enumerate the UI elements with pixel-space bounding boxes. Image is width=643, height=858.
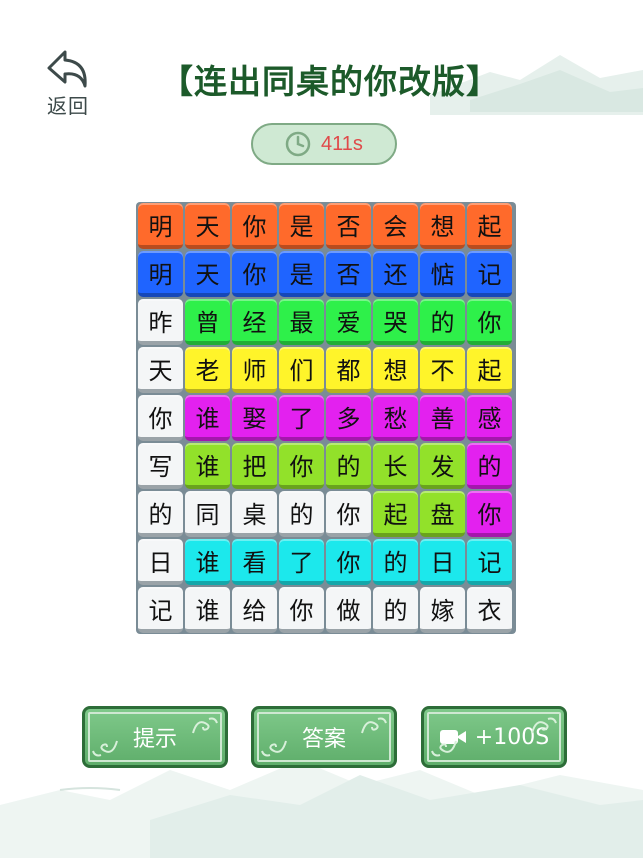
grid-cell[interactable]: 了 (279, 395, 324, 441)
grid-cell[interactable]: 感 (467, 395, 512, 441)
grid-cell[interactable]: 你 (326, 491, 371, 537)
grid-cell[interactable]: 不 (420, 347, 465, 393)
cloud-ornament-icon (531, 717, 557, 734)
grid-cell[interactable]: 会 (373, 203, 418, 249)
grid-cell[interactable]: 多 (326, 395, 371, 441)
grid-cell[interactable]: 经 (232, 299, 277, 345)
grid-cell[interactable]: 谁 (185, 539, 230, 585)
grid-cell[interactable]: 的 (373, 539, 418, 585)
cloud-ornament-icon (361, 717, 387, 734)
grid-cell[interactable]: 你 (326, 539, 371, 585)
page-title: 【连出同桌的你改版】 (160, 62, 500, 101)
grid-cell[interactable]: 愁 (373, 395, 418, 441)
watch-video-time-bonus-button[interactable]: +100S (421, 706, 567, 768)
grid-cell[interactable]: 天 (185, 203, 230, 249)
grid-cell[interactable]: 写 (138, 443, 183, 489)
grid-cell[interactable]: 娶 (232, 395, 277, 441)
grid-cell[interactable]: 给 (232, 587, 277, 633)
clock-icon (285, 131, 311, 157)
grid-cell[interactable]: 的 (420, 299, 465, 345)
grid-cell[interactable]: 的 (138, 491, 183, 537)
grid-cell[interactable]: 长 (373, 443, 418, 489)
grid-cell[interactable]: 谁 (185, 587, 230, 633)
grid-cell[interactable]: 把 (232, 443, 277, 489)
grid-cell[interactable]: 嫁 (420, 587, 465, 633)
grid-cell[interactable]: 最 (279, 299, 324, 345)
grid-cell[interactable]: 善 (420, 395, 465, 441)
grid-cell[interactable]: 你 (232, 203, 277, 249)
grid-cell[interactable]: 明 (138, 203, 183, 249)
grid-cell[interactable]: 谁 (185, 395, 230, 441)
grid-cell[interactable]: 都 (326, 347, 371, 393)
grid-cell[interactable]: 日 (420, 539, 465, 585)
grid-cell[interactable]: 的 (279, 491, 324, 537)
grid-cell[interactable]: 否 (326, 203, 371, 249)
grid-cell[interactable]: 哭 (373, 299, 418, 345)
grid-cell[interactable]: 起 (467, 347, 512, 393)
grid-cell[interactable]: 记 (467, 251, 512, 297)
grid-cell[interactable]: 起 (467, 203, 512, 249)
timer-badge: 411s (251, 123, 397, 165)
grid-cell[interactable]: 谁 (185, 443, 230, 489)
grid-cell[interactable]: 曾 (185, 299, 230, 345)
grid-cell[interactable]: 了 (279, 539, 324, 585)
grid-cell[interactable]: 明 (138, 251, 183, 297)
hint-button[interactable]: 提示 (82, 706, 228, 768)
word-grid: 明天你是否会想起明天你是否还惦记昨曾经最爱哭的你天老师们都想不起你谁娶了多愁善感… (136, 202, 516, 634)
grid-cell[interactable]: 衣 (467, 587, 512, 633)
grid-cell[interactable]: 惦 (420, 251, 465, 297)
grid-cell[interactable]: 看 (232, 539, 277, 585)
hint-label: 提示 (132, 727, 177, 752)
grid-cell[interactable]: 老 (185, 347, 230, 393)
answer-button[interactable]: 答案 (251, 706, 397, 768)
grid-cell[interactable]: 记 (467, 539, 512, 585)
grid-cell[interactable]: 做 (326, 587, 371, 633)
grid-cell[interactable]: 你 (138, 395, 183, 441)
cloud-ornament-icon (261, 740, 287, 757)
grid-cell[interactable]: 记 (138, 587, 183, 633)
cloud-ornament-icon (192, 717, 218, 734)
grid-cell[interactable]: 师 (232, 347, 277, 393)
back-label: 返回 (47, 94, 89, 118)
grid-cell[interactable]: 你 (279, 587, 324, 633)
grid-cell[interactable]: 的 (373, 587, 418, 633)
back-arrow-icon (47, 50, 87, 88)
grid-cell[interactable]: 发 (420, 443, 465, 489)
grid-cell[interactable]: 的 (326, 443, 371, 489)
cloud-ornament-icon (431, 740, 457, 757)
grid-cell[interactable]: 起 (373, 491, 418, 537)
grid-cell[interactable]: 还 (373, 251, 418, 297)
grid-cell[interactable]: 你 (467, 491, 512, 537)
grid-cell[interactable]: 日 (138, 539, 183, 585)
grid-cell[interactable]: 是 (279, 251, 324, 297)
grid-cell[interactable]: 们 (279, 347, 324, 393)
grid-cell[interactable]: 昨 (138, 299, 183, 345)
grid-cell[interactable]: 天 (138, 347, 183, 393)
grid-cell[interactable]: 你 (467, 299, 512, 345)
grid-cell[interactable]: 爱 (326, 299, 371, 345)
grid-cell[interactable]: 同 (185, 491, 230, 537)
grid-cell[interactable]: 想 (420, 203, 465, 249)
grid-cell[interactable]: 想 (373, 347, 418, 393)
grid-cell[interactable]: 你 (232, 251, 277, 297)
cloud-ornament-icon (92, 740, 118, 757)
grid-cell[interactable]: 是 (279, 203, 324, 249)
grid-cell[interactable]: 桌 (232, 491, 277, 537)
grid-cell[interactable]: 天 (185, 251, 230, 297)
timer-value: 411s (321, 132, 363, 155)
grid-cell[interactable]: 否 (326, 251, 371, 297)
grid-cell[interactable]: 你 (279, 443, 324, 489)
grid-cell[interactable]: 盘 (420, 491, 465, 537)
grid-cell[interactable]: 的 (467, 443, 512, 489)
back-button[interactable]: 返回 (40, 48, 96, 122)
answer-label: 答案 (301, 727, 346, 752)
